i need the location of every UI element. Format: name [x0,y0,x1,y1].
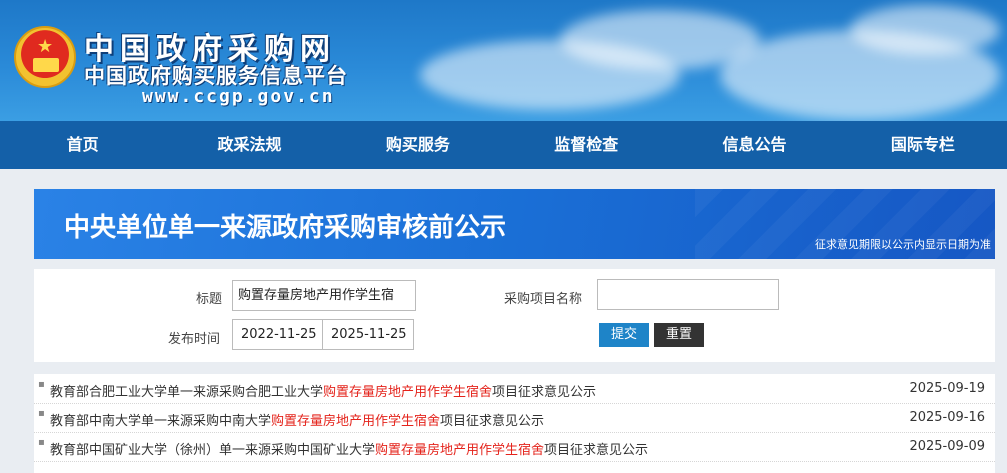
result-prefix: 教育部合肥工业大学单一来源采购合肥工业大学 [50,385,324,400]
search-panel: 标题 购置存量房地产用作学生宿 采购项目名称 发布时间 2022-11-25 2… [34,269,995,362]
result-date: 2025-09-09 [909,439,985,454]
submit-button[interactable]: 提交 [599,323,649,347]
bullet-icon: ▪ [38,379,45,390]
list-item: ▪ 教育部中南大学单一来源采购中南大学购置存量房地产用作学生宿舍项目征求意见公示… [34,405,995,433]
result-link[interactable]: 教育部合肥工业大学单一来源采购合肥工业大学购置存量房地产用作学生宿舍项目征求意见… [50,381,596,400]
results-list: ▪ 教育部合肥工业大学单一来源采购合肥工业大学购置存量房地产用作学生宿舍项目征求… [34,374,995,473]
nav-item-announcements[interactable]: 信息公告 [670,121,838,169]
result-prefix: 教育部中南大学单一来源采购中南大学 [50,414,272,429]
date-from-input[interactable]: 2022-11-25 [232,319,323,350]
nav-item-international[interactable]: 国际专栏 [839,121,1007,169]
publish-date-label: 发布时间 [168,332,221,347]
list-item: ▪ 教育部中国矿业大学（徐州）单一来源采购中国矿业大学购置存量房地产用作学生宿舍… [34,434,995,462]
result-highlight: 购置存量房地产用作学生宿舍 [375,443,545,458]
reset-button[interactable]: 重置 [654,323,704,347]
result-highlight: 购置存量房地产用作学生宿舍 [323,385,493,400]
result-highlight: 购置存量房地产用作学生宿舍 [271,414,441,429]
title-label: 标题 [196,292,223,307]
nav-item-home[interactable]: 首页 [0,121,165,169]
result-date: 2025-09-16 [909,410,985,425]
page-title: 中央单位单一来源政府采购审核前公示 [64,213,507,243]
result-suffix: 项目征求意见公示 [544,443,649,458]
nav-item-supervision[interactable]: 监督检查 [502,121,670,169]
national-emblem-icon[interactable]: ★ [14,26,76,88]
project-name-input[interactable] [597,279,779,310]
result-prefix: 教育部中国矿业大学（徐州）单一来源采购中国矿业大学 [50,443,376,458]
site-banner: ★ 中国政府采购网 中国政府购买服务信息平台 www.ccgp.gov.cn [0,0,1007,121]
result-link[interactable]: 教育部中国矿业大学（徐州）单一来源采购中国矿业大学购置存量房地产用作学生宿舍项目… [50,439,648,458]
date-to-input[interactable]: 2025-11-25 [322,319,414,350]
project-name-label: 采购项目名称 [504,292,583,307]
nav-item-purchase-services[interactable]: 购买服务 [334,121,502,169]
result-link[interactable]: 教育部中南大学单一来源采购中南大学购置存量房地产用作学生宿舍项目征求意见公示 [50,410,544,429]
result-suffix: 项目征求意见公示 [492,385,597,400]
nav-item-regulations[interactable]: 政采法规 [165,121,333,169]
page-note: 征求意见期限以公示内显示日期为准 [815,238,991,251]
list-item: ▪ 教育部合肥工业大学单一来源采购合肥工业大学购置存量房地产用作学生宿舍项目征求… [34,376,995,404]
bullet-icon: ▪ [38,408,45,419]
result-suffix: 项目征求意见公示 [440,414,545,429]
bullet-icon: ▪ [38,437,45,448]
result-date: 2025-09-19 [909,381,985,396]
banner-cloud [850,5,1000,55]
main-nav: 首页 政采法规 购买服务 监督检查 信息公告 国际专栏 [0,121,1007,169]
title-input[interactable]: 购置存量房地产用作学生宿 [232,280,416,311]
page-header: 中央单位单一来源政府采购审核前公示 征求意见期限以公示内显示日期为准 [34,189,995,259]
site-url: www.ccgp.gov.cn [142,86,335,107]
